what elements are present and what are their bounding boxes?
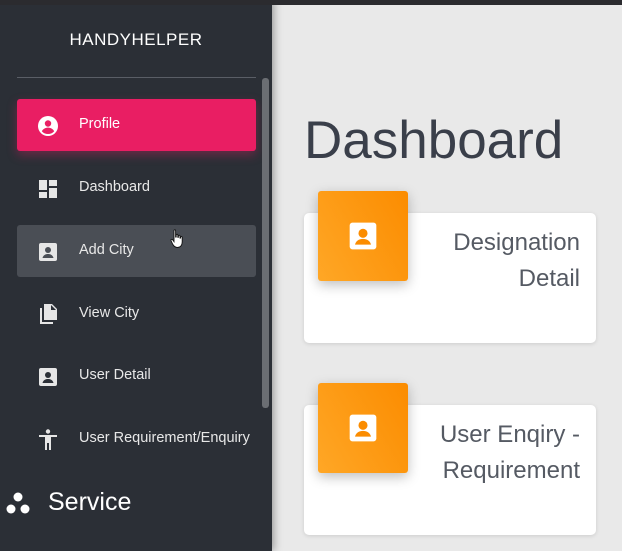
sidebar-divider xyxy=(17,77,256,78)
sidebar-item-label: Add City xyxy=(79,242,134,258)
dashboard-icon xyxy=(39,180,57,198)
sidebar-item-label: Profile xyxy=(79,116,121,132)
sidebar-item-label: Dashboard xyxy=(79,179,150,195)
sidebar-item-service[interactable]: Service xyxy=(0,478,272,528)
account-circle-icon xyxy=(38,116,58,136)
main-content: Dashboard Designation Detail User Enqiry… xyxy=(272,0,622,551)
sidebar: HANDYHELPER Profile Dashboard Add City V… xyxy=(0,0,272,551)
sidebar-item-add-city[interactable]: Add City xyxy=(17,225,256,277)
sidebar-item-label: View City xyxy=(79,305,140,321)
card-badge xyxy=(318,191,408,281)
brand-title: HANDYHELPER xyxy=(69,30,203,49)
file-copy-icon xyxy=(40,304,57,324)
sidebar-item-view-city[interactable]: View City xyxy=(17,288,256,340)
card-designation-detail[interactable]: Designation Detail xyxy=(304,191,596,343)
sidebar-item-profile[interactable]: Profile xyxy=(17,99,256,151)
sidebar-item-user-requirement[interactable]: User Requirement/Enquiry xyxy=(17,413,256,465)
hand-cursor-icon xyxy=(170,229,183,248)
card-badge xyxy=(318,383,408,473)
accessibility-icon xyxy=(39,429,57,450)
window-top-bar xyxy=(0,0,622,5)
sidebar-item-label: User Detail xyxy=(79,367,151,383)
contact-card-icon xyxy=(349,222,377,250)
sidebar-item-label: User Requirement/Enquiry xyxy=(79,430,250,446)
card-title: Designation Detail xyxy=(453,229,580,292)
contact-card-icon xyxy=(349,414,377,442)
contact-card-icon xyxy=(39,368,57,386)
sidebar-item-user-detail[interactable]: User Detail xyxy=(17,350,256,402)
sidebar-scrollbar[interactable] xyxy=(262,78,269,408)
page-title: Dashboard xyxy=(304,111,564,170)
card-title: User Enqiry - Requirement xyxy=(439,421,580,484)
sidebar-item-label: Service xyxy=(48,488,132,516)
card-user-enquiry-requirement[interactable]: User Enqiry - Requirement xyxy=(304,383,596,535)
contact-card-icon xyxy=(39,243,57,261)
bubble-chart-icon xyxy=(6,492,30,514)
sidebar-item-dashboard[interactable]: Dashboard xyxy=(17,162,256,214)
